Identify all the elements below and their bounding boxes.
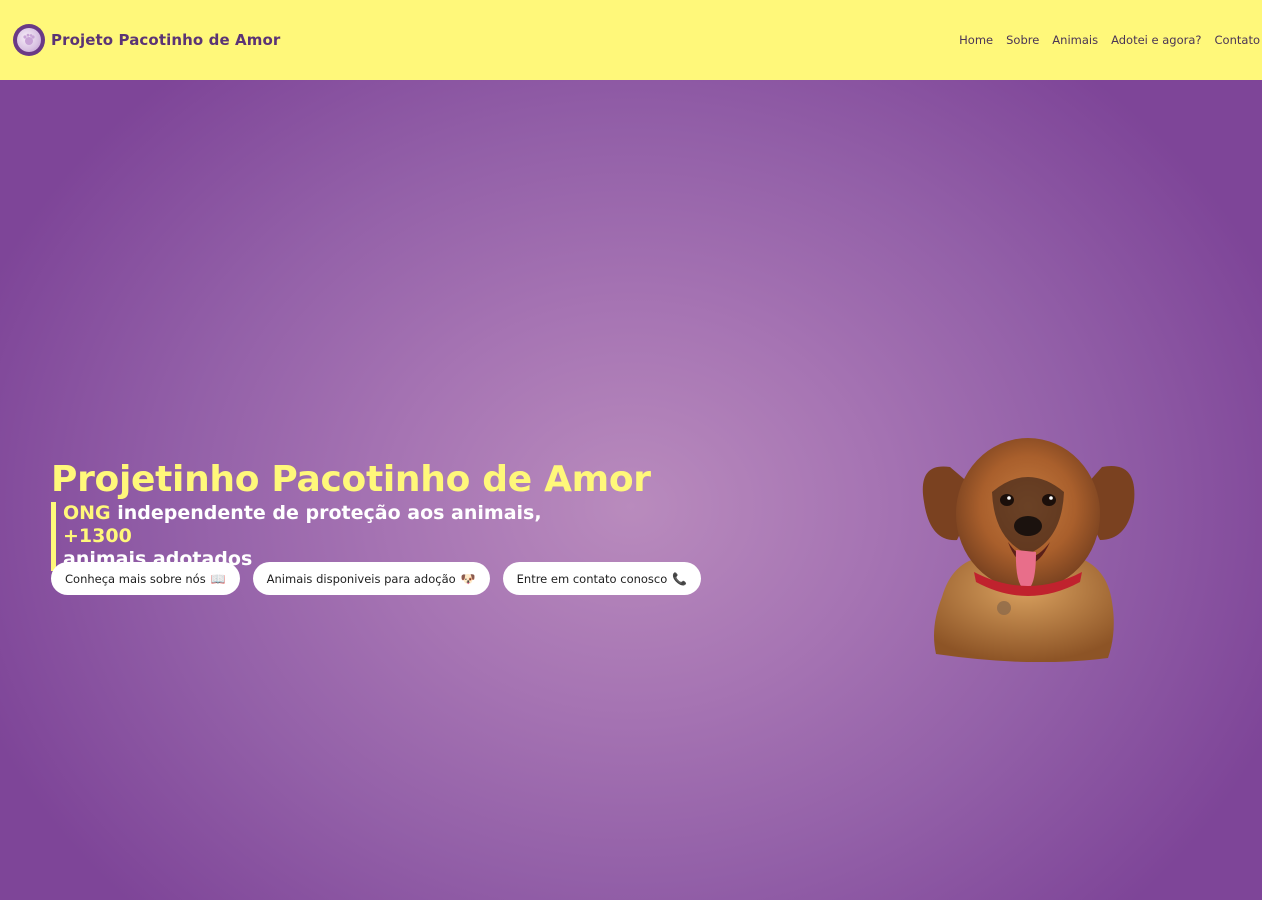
nav-animais[interactable]: Animais xyxy=(1052,33,1098,47)
subtitle-text: independente de proteção aos animais, xyxy=(110,502,542,524)
ong-highlight: ONG xyxy=(63,502,111,524)
paw-heart-logo-icon xyxy=(13,24,45,56)
nav-sobre[interactable]: Sobre xyxy=(1006,33,1039,47)
dog-icon: 🐶 xyxy=(460,571,476,586)
available-animals-button[interactable]: Animais disponiveis para adoção 🐶 xyxy=(252,562,490,595)
hero-subtitle: ONG independente de proteção aos animais… xyxy=(51,502,611,571)
main-nav: Home Sobre Animais Adotei e agora? Conta… xyxy=(959,32,1260,48)
adopted-count-highlight: +1300 xyxy=(63,525,132,547)
available-animals-button-label: Animais disponiveis para adoção xyxy=(266,571,456,586)
contact-us-button-label: Entre em contato conosco xyxy=(516,571,668,586)
about-us-button[interactable]: Conheça mais sobre nós 📖 xyxy=(51,562,240,595)
dog-photo xyxy=(912,422,1144,663)
nav-adotei-e-agora[interactable]: Adotei e agora? xyxy=(1111,33,1201,47)
site-header: Projeto Pacotinho de Amor Home Sobre Ani… xyxy=(0,0,1262,80)
phone-icon: 📞 xyxy=(672,571,688,586)
hero-buttons: Conheça mais sobre nós 📖 Animais disponi… xyxy=(51,562,702,595)
hero-title: Projetinho Pacotinho de Amor xyxy=(51,459,651,500)
nav-contato[interactable]: Contato xyxy=(1215,33,1260,47)
brand-title: Projeto Pacotinho de Amor xyxy=(51,31,281,49)
hero-section: Projetinho Pacotinho de Amor ONG indepen… xyxy=(0,80,1262,900)
about-us-button-label: Conheça mais sobre nós xyxy=(65,571,206,586)
nav-home[interactable]: Home xyxy=(959,33,993,47)
contact-us-button[interactable]: Entre em contato conosco 📞 xyxy=(502,562,702,595)
brand-link[interactable]: Projeto Pacotinho de Amor xyxy=(13,24,280,56)
book-icon: 📖 xyxy=(210,571,226,586)
